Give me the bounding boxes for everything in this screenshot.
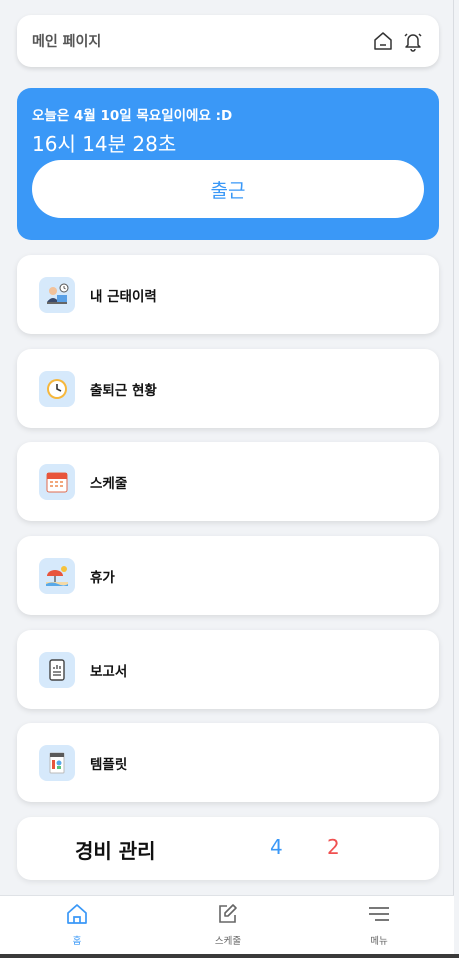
- expense-count-red: 2: [327, 835, 340, 859]
- clock-card: 오늘은 4월 10일 목요일이에요 :D 16시 14분 28초 출근: [17, 88, 439, 240]
- calendar-icon: [39, 463, 75, 500]
- tab-label: 스케줄: [214, 936, 242, 947]
- top-header: 메인 페이지: [17, 15, 439, 67]
- tab-home[interactable]: 홈: [47, 902, 107, 950]
- date-text: 오늘은 4월 10일 목요일이에요 :D: [32, 108, 233, 124]
- expense-count-blue: 4: [270, 835, 283, 859]
- page-title: 메인 페이지: [32, 34, 102, 50]
- current-time: 16시 14분 28초: [32, 132, 177, 156]
- check-in-button[interactable]: 출근: [32, 160, 424, 218]
- report-document-icon: [39, 651, 75, 688]
- edit-icon: [215, 902, 241, 930]
- menu-item-report[interactable]: 보고서: [17, 630, 439, 709]
- menu-item-template[interactable]: 템플릿: [17, 723, 439, 802]
- bottom-tab-bar: 홈 스케줄 메뉴: [0, 895, 454, 954]
- home-icon[interactable]: [372, 30, 394, 52]
- menu-item-schedule[interactable]: 스케줄: [17, 442, 439, 521]
- app-frame: 메인 페이지 오늘은 4월 10일 목요일이에요 :D 16시 14분 28초 …: [0, 0, 454, 958]
- menu-item-commute-status[interactable]: 출퇴근 현황: [17, 349, 439, 428]
- tab-menu[interactable]: 메뉴: [349, 902, 409, 950]
- menu-item-label: 보고서: [90, 663, 128, 680]
- expense-title: 경비 관리: [75, 839, 156, 863]
- menu-item-attendance-history[interactable]: 내 근태이력: [17, 255, 439, 334]
- bottom-edge: [0, 954, 459, 958]
- menu-item-label: 휴가: [90, 569, 115, 586]
- tab-schedule[interactable]: 스케줄: [198, 902, 258, 950]
- clock-icon: [39, 370, 75, 407]
- menu-item-label: 출퇴근 현황: [90, 382, 157, 399]
- expense-management-card[interactable]: 경비 관리 4 2: [17, 817, 439, 880]
- home-icon: [64, 902, 90, 930]
- menu-icon: [366, 902, 392, 930]
- tab-label: 홈: [72, 936, 82, 947]
- menu-item-label: 템플릿: [90, 756, 128, 773]
- menu-item-label: 스케줄: [90, 475, 128, 492]
- menu-item-label: 내 근태이력: [90, 288, 157, 305]
- menu-item-vacation[interactable]: 휴가: [17, 536, 439, 615]
- beach-umbrella-icon: [39, 557, 75, 594]
- bell-icon[interactable]: [402, 30, 424, 52]
- attendance-history-icon: [39, 276, 75, 313]
- header-icons: [372, 30, 424, 52]
- tab-label: 메뉴: [370, 936, 388, 947]
- template-icon: [39, 744, 75, 781]
